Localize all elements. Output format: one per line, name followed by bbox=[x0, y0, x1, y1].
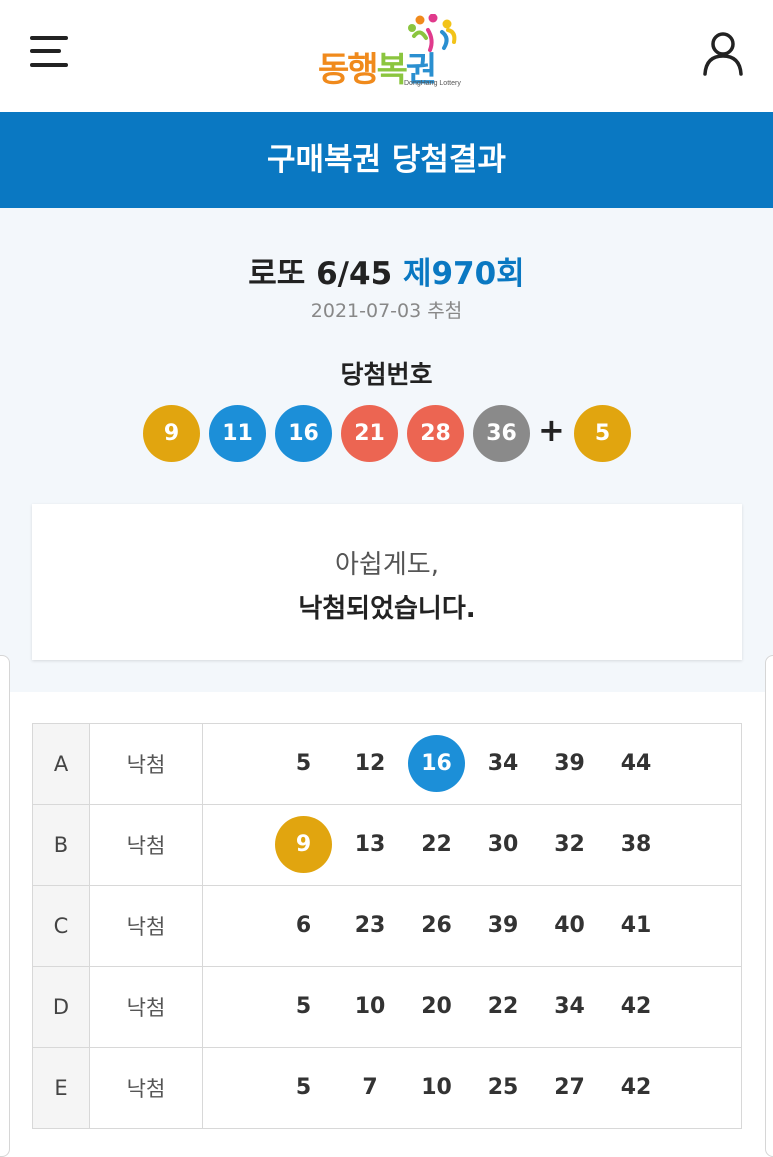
winning-numbers-label: 당첨번호 bbox=[340, 360, 433, 389]
ticket-status: 낙첨 bbox=[89, 885, 203, 967]
top-header: 동행복권 DongHang Lottery bbox=[0, 0, 773, 112]
ticket-id: E bbox=[32, 1047, 90, 1129]
ticket-number: 41 bbox=[620, 913, 652, 938]
winning-number-ball: 36 bbox=[473, 405, 530, 462]
ticket-numbers: 9 13 22 30 32 38 bbox=[202, 804, 742, 886]
ticket-row: A 낙첨 5 12 16 34 39 44 bbox=[32, 723, 742, 805]
ticket-number: 25 bbox=[487, 1075, 519, 1100]
draw-date: 2021-07-03 추첨 bbox=[310, 300, 463, 322]
ticket-number: 22 bbox=[421, 832, 452, 857]
ticket-numbers: 5 12 16 34 39 44 bbox=[202, 723, 742, 805]
ticket-row: B 낙첨 9 13 22 30 32 38 bbox=[32, 804, 742, 886]
ticket-number: 10 bbox=[354, 994, 386, 1019]
winning-number-ball: 11 bbox=[209, 405, 266, 462]
winning-number-ball: 28 bbox=[407, 405, 464, 462]
scroll-panel-edge bbox=[0, 655, 10, 1157]
ticket-number: 32 bbox=[554, 832, 585, 857]
ticket-number: 12 bbox=[354, 751, 386, 776]
ticket-numbers: 6 23 26 39 40 41 bbox=[202, 885, 742, 967]
ticket-row: C 낙첨 6 23 26 39 40 41 bbox=[32, 885, 742, 967]
page-title: 구매복권 당첨결과 bbox=[0, 112, 773, 208]
ticket-number: 6 bbox=[295, 913, 312, 938]
ticket-number: 42 bbox=[620, 994, 652, 1019]
result-message-card: 아쉽게도, 낙첨되었습니다. bbox=[32, 504, 742, 660]
ticket-number: 10 bbox=[421, 1075, 452, 1100]
ticket-number: 13 bbox=[354, 832, 386, 857]
ticket-number: 30 bbox=[487, 832, 519, 857]
winning-number-ball: 21 bbox=[341, 405, 398, 462]
ticket-status: 낙첨 bbox=[89, 723, 203, 805]
ticket-numbers: 5 7 10 25 27 42 bbox=[202, 1047, 742, 1129]
ticket-number: 23 bbox=[354, 913, 386, 938]
bonus-number-ball: 5 bbox=[574, 405, 631, 462]
user-icon-svg bbox=[703, 32, 743, 76]
menu-line bbox=[30, 36, 68, 40]
ticket-number: 39 bbox=[554, 751, 585, 776]
scroll-panel-edge bbox=[765, 655, 773, 1157]
menu-icon[interactable] bbox=[30, 34, 70, 70]
winning-number-ball: 9 bbox=[143, 405, 200, 462]
ticket-number: 40 bbox=[554, 913, 585, 938]
matched-number-ball: 16 bbox=[408, 735, 465, 792]
round-number: 제970회 bbox=[402, 256, 525, 292]
ticket-number: 7 bbox=[362, 1075, 378, 1100]
matched-number-ball: 9 bbox=[275, 816, 332, 873]
ticket-numbers: 5 10 20 22 34 42 bbox=[202, 966, 742, 1048]
menu-line bbox=[30, 63, 68, 67]
ticket-status: 낙첨 bbox=[89, 1047, 203, 1129]
ticket-number: 42 bbox=[620, 1075, 652, 1100]
logo-subtitle: DongHang Lottery bbox=[404, 80, 461, 87]
ticket-row: E 낙첨 5 7 10 25 27 42 bbox=[32, 1047, 742, 1129]
bonus-plus-sign: + bbox=[538, 411, 565, 449]
ticket-number: 5 bbox=[295, 1075, 312, 1100]
ticket-number: 39 bbox=[487, 913, 519, 938]
game-round-title: 로또 6/45 제970회 bbox=[0, 248, 773, 293]
ticket-id: B bbox=[32, 804, 90, 886]
draw-result-panel: 로또 6/45 제970회 2021-07-03 추첨 당첨번호 9 11 16 21… bbox=[0, 208, 773, 692]
ticket-id: A bbox=[32, 723, 90, 805]
ticket-number: 26 bbox=[421, 913, 452, 938]
ticket-number: 20 bbox=[421, 994, 452, 1019]
ticket-number: 22 bbox=[487, 994, 519, 1019]
game-name: 로또 6/45 bbox=[248, 256, 393, 292]
ticket-number: 34 bbox=[554, 994, 585, 1019]
ticket-status: 낙첨 bbox=[89, 804, 203, 886]
menu-line bbox=[30, 49, 61, 53]
ticket-number: 27 bbox=[554, 1075, 585, 1100]
ticket-number: 44 bbox=[620, 751, 652, 776]
message-line-1: 아쉽게도, bbox=[335, 550, 439, 580]
ticket-results-table: A 낙첨 5 12 16 34 39 44 B 낙첨 9 13 22 30 32 38 C 낙첨 6 23 26 39 40… bbox=[32, 723, 742, 1129]
ticket-number: 38 bbox=[620, 832, 652, 857]
ticket-id: D bbox=[32, 966, 90, 1048]
donghang-lottery-logo[interactable]: 동행복권 DongHang Lottery bbox=[314, 14, 464, 94]
ticket-status: 낙첨 bbox=[89, 966, 203, 1048]
ticket-row: D 낙첨 5 10 20 22 34 42 bbox=[32, 966, 742, 1048]
message-line-2: 낙첨되었습니다. bbox=[298, 594, 476, 624]
ticket-number: 5 bbox=[295, 994, 312, 1019]
ticket-id: C bbox=[32, 885, 90, 967]
winning-number-ball: 16 bbox=[275, 405, 332, 462]
ticket-number: 5 bbox=[295, 751, 312, 776]
user-profile-icon[interactable] bbox=[700, 30, 746, 76]
ticket-number: 34 bbox=[487, 751, 519, 776]
